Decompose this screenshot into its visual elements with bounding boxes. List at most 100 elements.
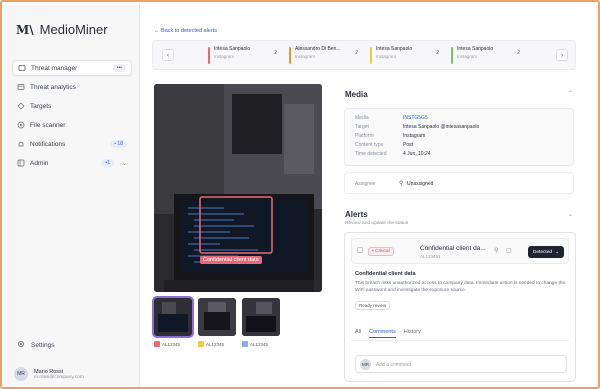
severity-bar bbox=[370, 47, 372, 64]
carousel-prev-button[interactable]: ‹ bbox=[162, 49, 174, 61]
brand[interactable]: M\ MedioMiner bbox=[16, 22, 108, 37]
tab-all[interactable]: All bbox=[355, 329, 361, 338]
carousel-card[interactable]: Intesa Sanpaolo Instagram 2 bbox=[208, 46, 283, 66]
carousel-next-button[interactable]: › bbox=[556, 49, 568, 61]
chevron-up-icon[interactable]: ⌃ bbox=[568, 90, 573, 97]
sidebar-nav: Threat manager ••• Threat analytics Targ… bbox=[12, 60, 132, 174]
media-id-link[interactable]: INSTG5G5 bbox=[403, 115, 428, 121]
status-dropdown[interactable]: Detected ⌄ bbox=[528, 246, 564, 258]
severity-bar bbox=[289, 47, 291, 64]
alert-id: AL123451 bbox=[420, 254, 441, 259]
carousel-card-title: Intesa Sanpaolo bbox=[457, 46, 494, 52]
user-email: m.rossi@company.com bbox=[34, 374, 84, 380]
count-badge: •1 bbox=[101, 159, 114, 167]
carousel-card-title: Intesa Sanpaolo bbox=[214, 46, 251, 52]
chevron-up-icon[interactable]: ⌃ bbox=[568, 214, 573, 221]
alert-card: • Critical Confidential client da... AL1… bbox=[344, 232, 576, 382]
alerts-subtitle: Review and update the status bbox=[345, 221, 409, 226]
sidebar-item-targets[interactable]: Targets bbox=[12, 98, 132, 114]
severity-bar bbox=[208, 47, 210, 64]
media-field: Platform Instagram bbox=[355, 133, 425, 139]
user-profile[interactable]: MR Mario Rossi m.rossi@company.com bbox=[14, 367, 84, 381]
carousel-card-platform: Instagram bbox=[376, 54, 397, 59]
evidence-image[interactable]: Confidential client data bbox=[154, 84, 322, 292]
field-label: Media bbox=[355, 115, 369, 121]
tab-comments[interactable]: Comments bbox=[369, 329, 396, 338]
alert-carousel: ‹ Intesa Sanpaolo Instagram 2 Alessandro… bbox=[152, 40, 576, 70]
thumbnail-tag-label: AL12345 bbox=[162, 341, 181, 347]
field-value: Post bbox=[403, 142, 414, 148]
sidebar-item-label: Notifications bbox=[30, 140, 66, 148]
carousel-card-platform: Instagram bbox=[295, 54, 316, 59]
carousel-card-title: Intesa Sanpaolo bbox=[376, 46, 413, 52]
thumbnail[interactable] bbox=[152, 296, 194, 338]
alert-checkbox[interactable] bbox=[357, 247, 363, 253]
field-value: Instagram bbox=[403, 133, 426, 139]
tag-icon bbox=[242, 341, 248, 347]
media-section-title: Media bbox=[345, 90, 368, 99]
sidebar-item-label: Threat analytics bbox=[30, 83, 76, 91]
field-value: Intesa Sanpaolo @intesasanpaolo bbox=[403, 124, 480, 130]
chart-icon bbox=[17, 83, 25, 91]
comment-input[interactable] bbox=[376, 360, 561, 370]
thumbnail-tag: AL12345 bbox=[198, 341, 224, 347]
thumbnail[interactable] bbox=[198, 298, 236, 336]
count-badge: • 18 bbox=[110, 140, 127, 148]
field-label: Time detected bbox=[355, 151, 387, 157]
admin-icon bbox=[17, 159, 25, 167]
tab-history[interactable]: History bbox=[404, 329, 421, 338]
gear-icon bbox=[17, 340, 25, 350]
carousel-card-count: 2 bbox=[436, 50, 439, 56]
file-icon bbox=[17, 121, 25, 129]
ready-review-chip[interactable]: Ready review bbox=[355, 301, 391, 310]
sidebar-item-threat-manager[interactable]: Threat manager ••• bbox=[12, 60, 132, 76]
assignee-label: Assignee bbox=[355, 181, 376, 187]
field-label: Platform bbox=[355, 133, 374, 139]
carousel-card[interactable]: Intesa Sanpaolo Instagram 2 bbox=[451, 46, 526, 66]
sidebar: M\ MedioMiner Threat manager ••• Threat … bbox=[4, 4, 140, 387]
alert-description: This breach risks unauthorized access to… bbox=[355, 281, 566, 293]
sidebar-item-threat-analytics[interactable]: Threat analytics bbox=[12, 79, 132, 95]
status-label: Detected bbox=[532, 249, 553, 255]
settings-link[interactable]: Settings bbox=[17, 340, 55, 350]
chevron-down-icon: ⌄ bbox=[121, 160, 127, 167]
carousel-card[interactable]: Alessandro Di Ben... Instagram 2 bbox=[289, 46, 364, 66]
severity-badge: • Critical bbox=[368, 247, 394, 256]
tab-divider bbox=[351, 340, 569, 341]
alert-tabs: All Comments History bbox=[355, 329, 421, 338]
media-field: Media INSTG5G5 bbox=[355, 115, 428, 121]
tag-icon bbox=[198, 341, 204, 347]
tag-icon bbox=[154, 341, 160, 347]
media-field: Time detected 4 Jun, 10:24 bbox=[355, 151, 431, 157]
thumbnail-tag: AL12345 bbox=[154, 341, 180, 347]
count-badge: ••• bbox=[112, 64, 126, 72]
carousel-card-platform: Instagram bbox=[214, 54, 235, 59]
sidebar-item-file-scanner[interactable]: File scanner bbox=[12, 117, 132, 133]
alert-title[interactable]: Confidential client da... bbox=[420, 245, 486, 252]
field-label: Content type bbox=[355, 142, 384, 148]
comment-icon[interactable]: ▢ bbox=[506, 247, 512, 254]
sidebar-item-admin[interactable]: Admin •1 ⌄ bbox=[12, 155, 132, 171]
alert-header: • Critical Confidential client da... AL1… bbox=[351, 238, 569, 264]
media-field: Content type Post bbox=[355, 142, 413, 148]
brand-logo: M\ bbox=[16, 22, 34, 37]
bell-icon bbox=[17, 140, 25, 148]
assignee-value: Unassigned bbox=[407, 181, 434, 187]
thumbnail[interactable] bbox=[242, 298, 280, 336]
user-icon[interactable]: ⚲ bbox=[494, 247, 498, 254]
assignee-field[interactable]: Assignee ⚲ Unassigned bbox=[344, 172, 574, 194]
thumbnail-tag-label: AL12345 bbox=[206, 341, 225, 347]
detection-label: Confidential client data bbox=[200, 256, 262, 264]
field-value: 4 Jun, 10:24 bbox=[403, 151, 431, 157]
sidebar-item-label: Threat manager bbox=[31, 64, 78, 72]
carousel-card-title: Alessandro Di Ben... bbox=[295, 46, 341, 52]
field-label: Target bbox=[355, 124, 369, 130]
app-window: M\ MedioMiner Threat manager ••• Threat … bbox=[0, 0, 600, 389]
sidebar-item-notifications[interactable]: Notifications • 18 bbox=[12, 136, 132, 152]
shield-icon bbox=[18, 64, 26, 72]
media-field: Target Intesa Sanpaolo @intesasanpaolo bbox=[355, 124, 479, 130]
carousel-card[interactable]: Intesa Sanpaolo Instagram 2 bbox=[370, 46, 445, 66]
comment-composer: MR bbox=[355, 355, 567, 373]
settings-label: Settings bbox=[31, 341, 55, 349]
back-link[interactable]: ← Back to detected alerts bbox=[154, 28, 217, 34]
